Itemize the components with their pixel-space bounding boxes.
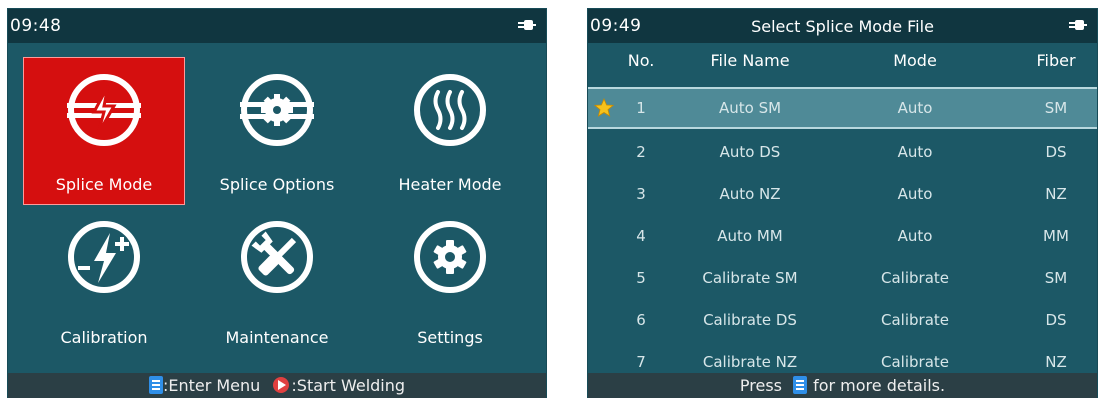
row-fiber: MM	[1043, 227, 1069, 245]
row-file-name: Calibrate SM	[702, 269, 798, 287]
row-mode: Auto	[897, 227, 933, 245]
table-row[interactable]: 4 Auto MM Auto MM	[588, 215, 1097, 257]
menu-label: Settings	[417, 328, 483, 347]
row-file-name: Calibrate NZ	[702, 353, 798, 371]
column-header-file-name: File Name	[710, 51, 790, 70]
status-bar: 09:49 Select Splice Mode File	[588, 9, 1097, 43]
row-mode: Auto	[897, 185, 933, 203]
row-mode: Auto	[897, 99, 933, 117]
row-number: 1	[636, 99, 646, 117]
star-icon	[594, 98, 614, 117]
menu-item-splice-options[interactable]: Splice Options	[197, 58, 357, 204]
menu-document-icon	[148, 376, 163, 394]
row-fiber: SM	[1044, 99, 1068, 117]
row-fiber: SM	[1044, 269, 1068, 287]
row-fiber: DS	[1045, 143, 1067, 161]
menu-document-icon	[793, 376, 808, 394]
row-file-name: Auto SM	[718, 99, 782, 117]
status-bar: 09:48	[8, 9, 546, 43]
menu-item-settings[interactable]: Settings	[370, 205, 530, 351]
footer-hint-bar: :Enter Menu :Start Welding	[8, 373, 546, 398]
main-menu-screen: 09:48 Splice Mode Splice Options Heater …	[8, 9, 546, 398]
table-row[interactable]: 5 Calibrate SM Calibrate SM	[588, 257, 1097, 299]
table-header: No. File Name Mode Fiber	[588, 43, 1097, 77]
menu-item-calibration[interactable]: Calibration	[24, 205, 184, 351]
footer-hint-bar: Press for more details.	[588, 373, 1097, 398]
row-number: 2	[636, 143, 646, 161]
row-fiber: NZ	[1045, 353, 1067, 371]
row-mode: Calibrate	[881, 311, 949, 329]
wrench-screwdriver-icon	[241, 221, 313, 293]
menu-item-heater-mode[interactable]: Heater Mode	[370, 58, 530, 204]
menu-label: Splice Mode	[55, 175, 153, 194]
gear-icon	[414, 221, 486, 293]
column-header-no: No.	[627, 51, 655, 70]
splice-options-icon	[240, 74, 314, 146]
more-details-hint: for more details.	[813, 376, 946, 395]
row-fiber: DS	[1045, 311, 1067, 329]
menu-item-splice-mode[interactable]: Splice Mode	[23, 57, 185, 205]
menu-label: Heater Mode	[398, 175, 502, 194]
table-row[interactable]: 2 Auto DS Auto DS	[588, 131, 1097, 173]
splice-icon	[67, 74, 141, 146]
row-fiber: NZ	[1045, 185, 1067, 203]
power-plug-icon	[1069, 20, 1087, 30]
power-plug-icon	[518, 20, 536, 30]
row-number: 5	[636, 269, 646, 287]
row-mode: Auto	[897, 143, 933, 161]
row-number: 7	[636, 353, 646, 371]
row-file-name: Auto DS	[719, 143, 781, 161]
row-file-name: Calibrate DS	[703, 311, 797, 329]
table-row[interactable]: 1 Auto SM Auto SM	[588, 87, 1097, 129]
column-header-mode: Mode	[893, 51, 937, 70]
row-file-name: Auto MM	[717, 227, 783, 245]
row-number: 4	[636, 227, 646, 245]
menu-label: Maintenance	[225, 328, 329, 347]
calibration-icon	[68, 221, 140, 293]
menu-label: Calibration	[60, 328, 148, 347]
row-file-name: Auto NZ	[719, 185, 781, 203]
row-number: 6	[636, 311, 646, 329]
status-time: 09:48	[10, 16, 62, 36]
enter-menu-hint: :Enter Menu	[162, 376, 261, 395]
play-button-icon	[273, 377, 290, 393]
table-row[interactable]: 3 Auto NZ Auto NZ	[588, 173, 1097, 215]
screen-title: Select Splice Mode File	[751, 17, 934, 36]
heater-icon	[414, 74, 486, 146]
row-mode: Calibrate	[881, 269, 949, 287]
column-header-fiber: Fiber	[1036, 51, 1076, 70]
row-mode: Calibrate	[881, 353, 949, 371]
start-welding-hint: :Start Welding	[291, 376, 406, 395]
splice-file-select-screen: 09:49 Select Splice Mode File No. File N…	[588, 9, 1097, 398]
press-hint: Press	[739, 376, 782, 395]
table-row[interactable]: 6 Calibrate DS Calibrate DS	[588, 299, 1097, 341]
menu-label: Splice Options	[219, 175, 335, 194]
row-number: 3	[636, 185, 646, 203]
menu-item-maintenance[interactable]: Maintenance	[197, 205, 357, 351]
